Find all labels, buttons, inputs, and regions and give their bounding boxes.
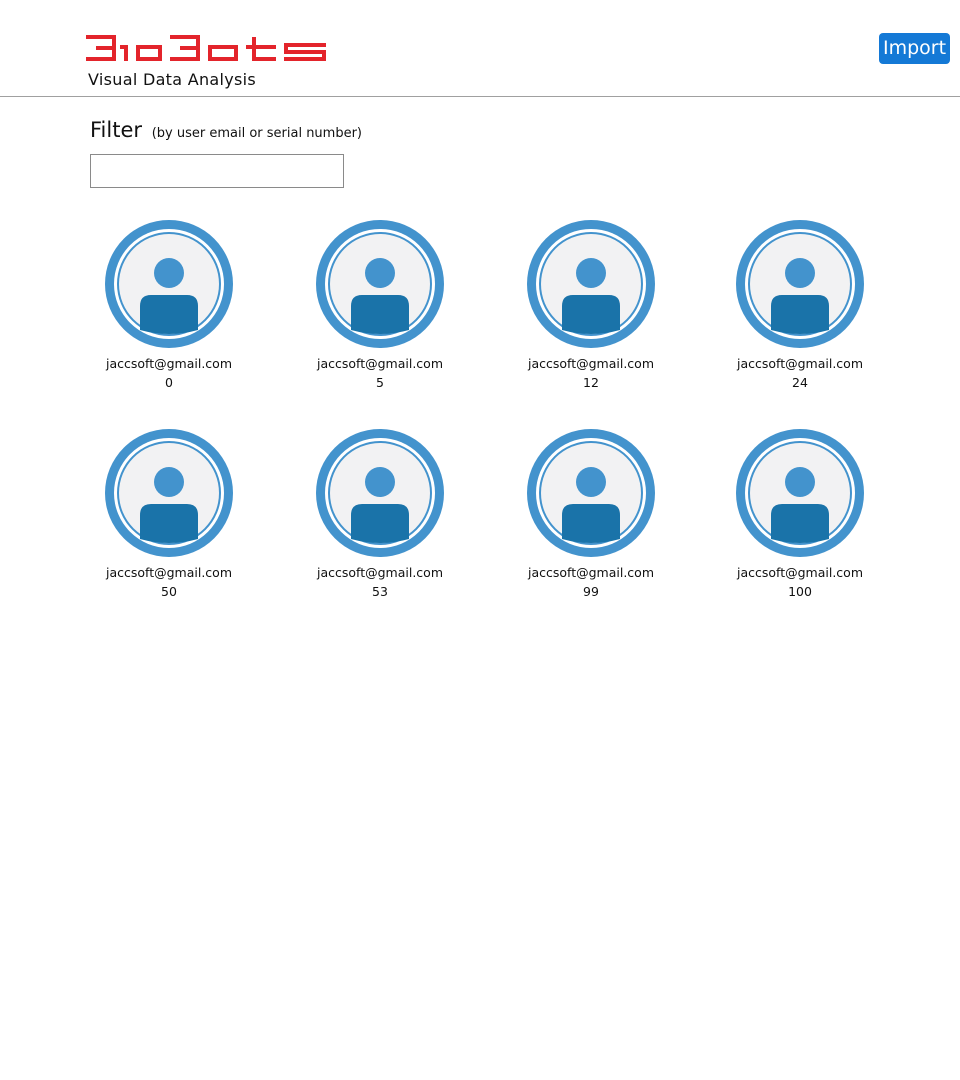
device-email: jaccsoft@gmail.com [105, 356, 232, 371]
import-button[interactable]: Import [879, 33, 950, 64]
user-avatar-icon [527, 429, 655, 557]
user-avatar-icon [105, 429, 233, 557]
user-avatar-icon [736, 220, 864, 348]
device-card[interactable]: jaccsoft@gmail.com 0 [89, 220, 249, 391]
device-serial: 53 [372, 584, 388, 599]
device-serial: 0 [165, 375, 173, 390]
user-avatar-icon [105, 220, 233, 348]
device-serial: 100 [788, 584, 812, 599]
device-email: jaccsoft@gmail.com [736, 356, 863, 371]
filter-title: Filter [90, 118, 143, 142]
device-card[interactable]: jaccsoft@gmail.com 100 [720, 429, 880, 600]
device-serial: 99 [583, 584, 599, 599]
device-email: jaccsoft@gmail.com [316, 356, 443, 371]
device-card[interactable]: jaccsoft@gmail.com 50 [89, 429, 249, 600]
device-card[interactable]: jaccsoft@gmail.com 53 [300, 429, 460, 600]
app-header: Visual Data Analysis Import [0, 0, 960, 97]
user-avatar-icon [316, 220, 444, 348]
device-serial: 12 [583, 375, 599, 390]
user-avatar-icon [527, 220, 655, 348]
device-email: jaccsoft@gmail.com [316, 565, 443, 580]
device-card[interactable]: jaccsoft@gmail.com 99 [511, 429, 671, 600]
filter-input[interactable] [90, 154, 344, 188]
device-email: jaccsoft@gmail.com [527, 356, 654, 371]
device-card[interactable]: jaccsoft@gmail.com 5 [300, 220, 460, 391]
filter-heading: Filter (by user email or serial number) [90, 118, 362, 142]
device-serial: 50 [161, 584, 177, 599]
app-subtitle: Visual Data Analysis [88, 70, 257, 89]
device-serial: 24 [792, 375, 808, 390]
device-card[interactable]: jaccsoft@gmail.com 24 [720, 220, 880, 391]
filter-hint: (by user email or serial number) [151, 126, 363, 141]
device-card[interactable]: jaccsoft@gmail.com 12 [511, 220, 671, 391]
device-email: jaccsoft@gmail.com [105, 565, 232, 580]
user-avatar-icon [316, 429, 444, 557]
user-avatar-icon [736, 429, 864, 557]
device-email: jaccsoft@gmail.com [527, 565, 654, 580]
device-email: jaccsoft@gmail.com [736, 565, 863, 580]
biobots-logo [86, 35, 326, 61]
device-serial: 5 [376, 375, 384, 390]
